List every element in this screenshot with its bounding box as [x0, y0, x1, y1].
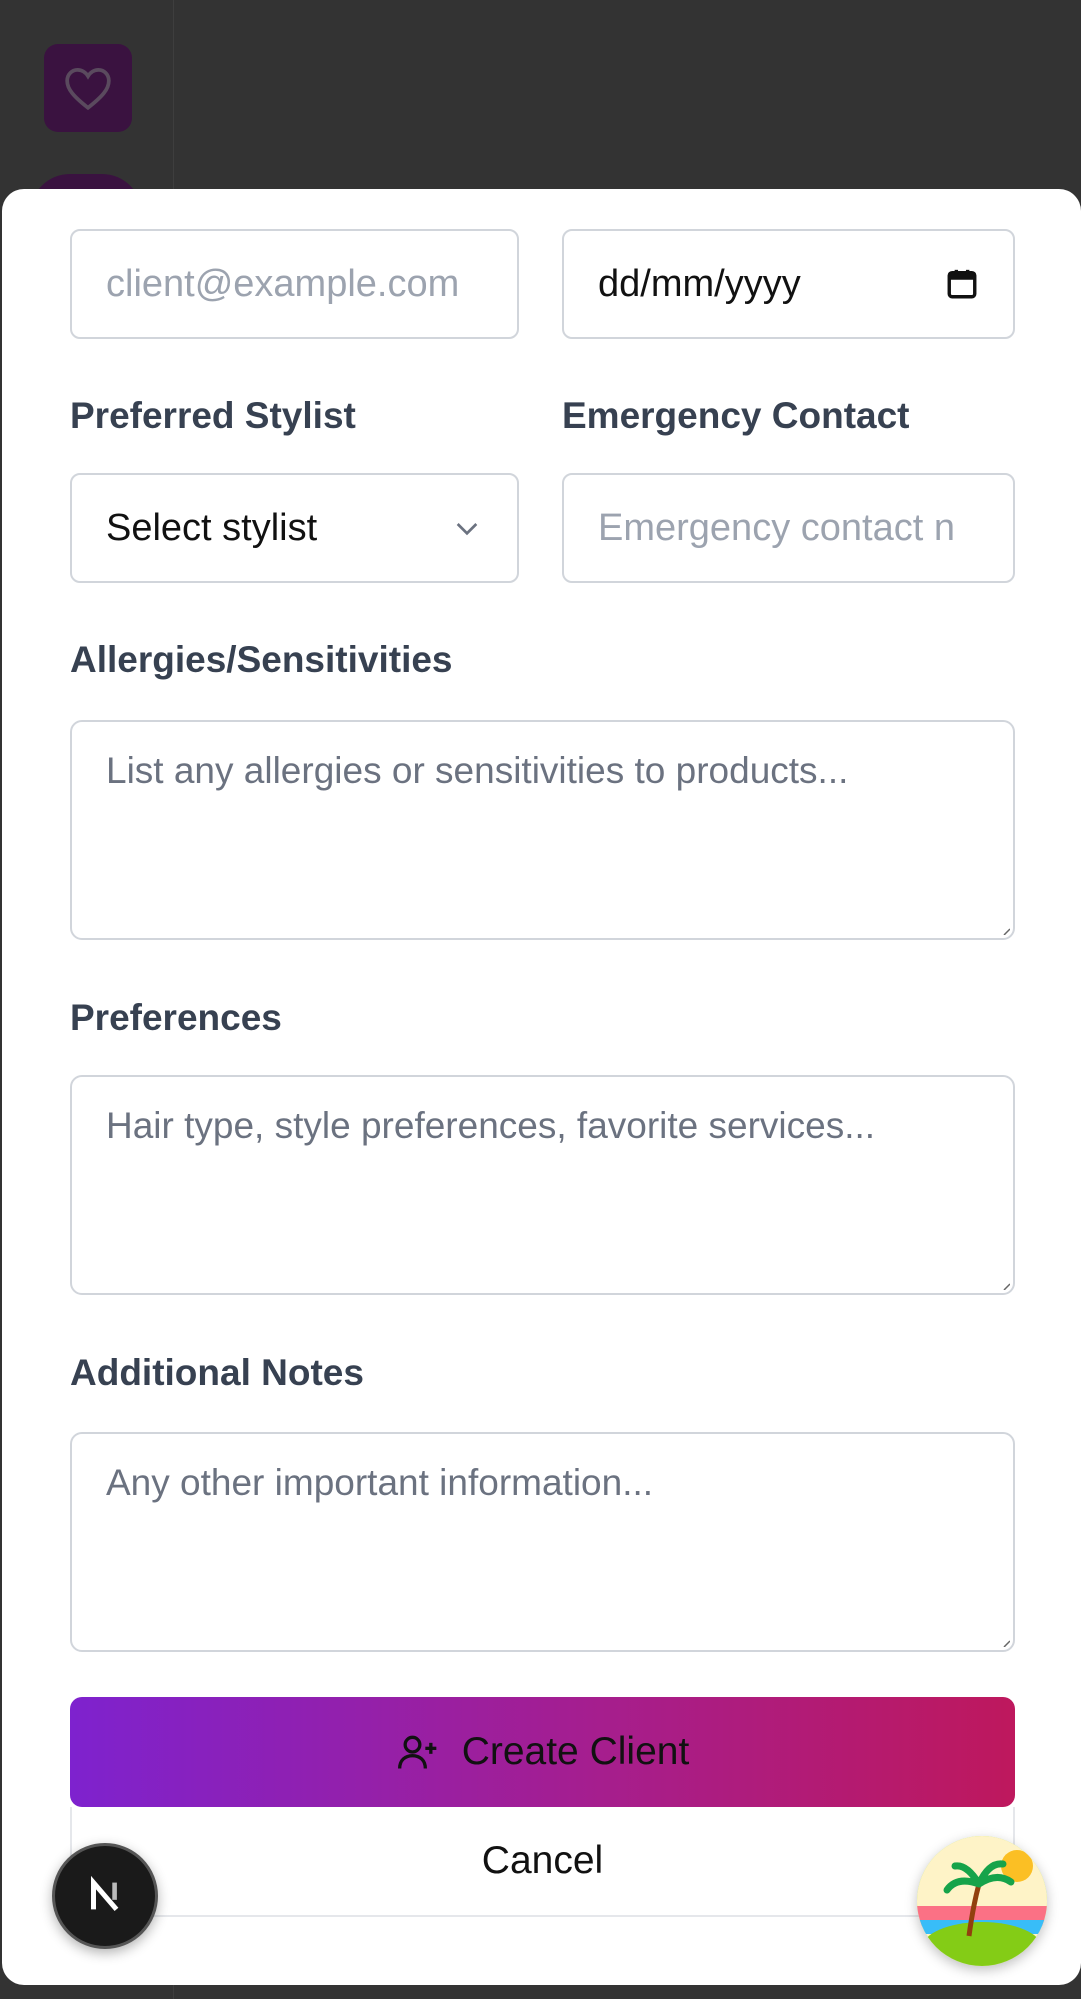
create-client-sheet: client@example.com dd/mm/yyyy Preferred … [2, 189, 1081, 1985]
create-client-label: Create Client [461, 1730, 690, 1773]
allergies-label: Allergies/Sensitivities [70, 639, 453, 680]
preferences-textarea[interactable]: Hair type, style preferences, favorite s… [70, 1075, 1015, 1295]
create-client-button[interactable]: Create Client [70, 1697, 1015, 1807]
additional-notes-placeholder: Any other important information... [106, 1462, 654, 1503]
email-field[interactable]: client@example.com [70, 229, 519, 339]
calendar-icon[interactable] [945, 267, 979, 301]
emergency-contact-placeholder: Emergency contact n [598, 506, 955, 549]
stylist-select-value: Select stylist [106, 506, 318, 549]
date-placeholder: dd/mm/yyyy [598, 262, 801, 305]
floating-island-badge[interactable] [917, 1836, 1047, 1966]
backdrop-logo [44, 44, 132, 132]
chevron-down-icon [456, 523, 478, 536]
preferences-label: Preferences [70, 997, 282, 1038]
preferred-stylist-label: Preferred Stylist [70, 395, 356, 436]
date-of-birth-field[interactable]: dd/mm/yyyy [562, 229, 1015, 339]
additional-notes-label: Additional Notes [70, 1352, 364, 1393]
emergency-contact-label: Emergency Contact [562, 395, 910, 436]
heart-icon [65, 67, 111, 111]
cancel-button[interactable]: Cancel [70, 1807, 1015, 1917]
email-placeholder: client@example.com [106, 262, 460, 305]
additional-notes-textarea[interactable]: Any other important information... [70, 1432, 1015, 1652]
nextjs-dev-badge[interactable] [52, 1843, 158, 1949]
user-plus-icon [397, 1735, 437, 1769]
preferences-placeholder: Hair type, style preferences, favorite s… [106, 1105, 876, 1146]
resize-handle-icon[interactable] [1002, 927, 1010, 935]
resize-handle-icon[interactable] [1002, 1282, 1010, 1290]
emergency-contact-input[interactable]: Emergency contact n [562, 473, 1015, 583]
nextjs-icon [91, 1875, 119, 1912]
island-icon [917, 1836, 1047, 1966]
allergies-placeholder: List any allergies or sensitivities to p… [106, 750, 849, 791]
allergies-textarea[interactable]: List any allergies or sensitivities to p… [70, 720, 1015, 940]
cancel-label: Cancel [481, 1839, 604, 1882]
resize-handle-icon[interactable] [1002, 1639, 1010, 1647]
stylist-select[interactable]: Select stylist [70, 473, 519, 583]
